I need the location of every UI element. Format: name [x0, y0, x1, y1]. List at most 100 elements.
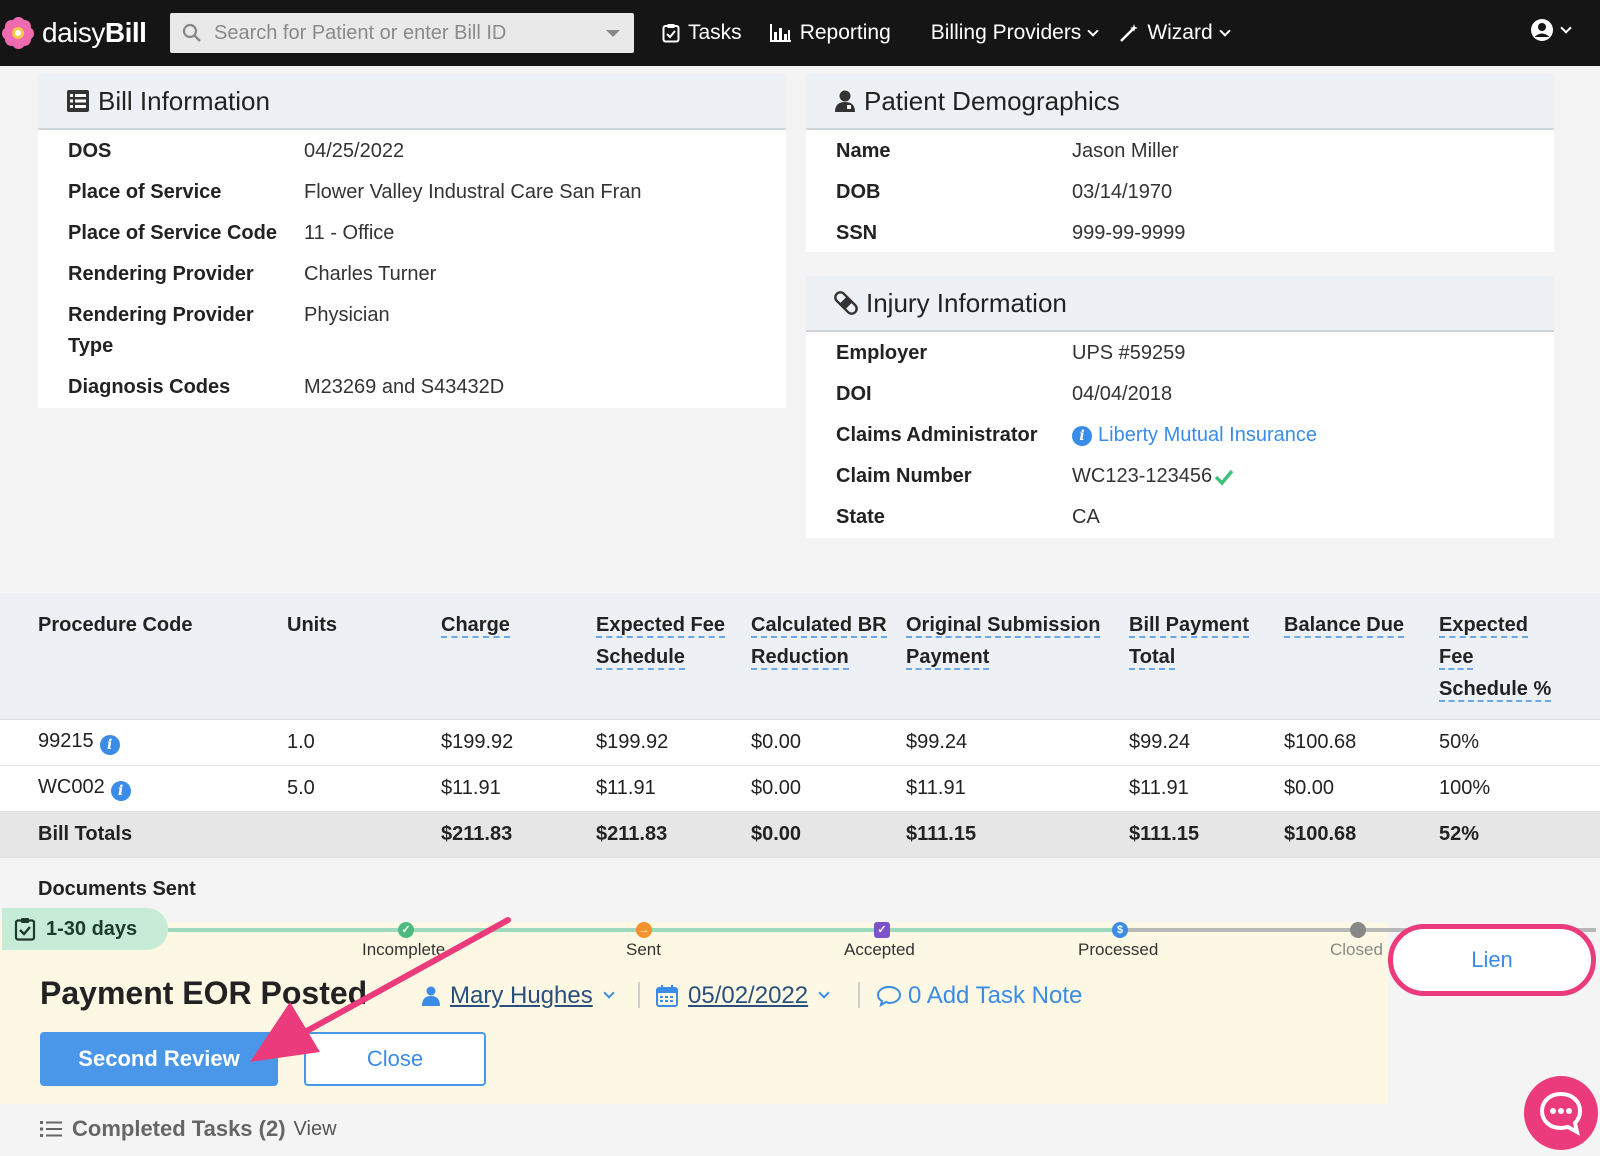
col-bill-payment-total-label-2[interactable]: Total [1129, 646, 1176, 670]
col-expected-fee-label-1[interactable]: Expected Fee [596, 614, 725, 638]
expected-cell: $11.91 [596, 765, 751, 812]
due-date-value[interactable]: 05/02/2022 [688, 982, 808, 1010]
chat-bubble-icon [1539, 1091, 1583, 1136]
col-expected-fee-pct-label-3[interactable]: Schedule % [1439, 678, 1552, 702]
nav-tasks[interactable]: Tasks [662, 21, 742, 45]
search-input[interactable] [214, 21, 594, 45]
clipboard-check-icon [662, 24, 680, 43]
col-expected-fee[interactable]: Expected Fee Schedule [596, 593, 751, 720]
claims-administrator-label: Claims Administrator [836, 424, 1038, 446]
search-box[interactable] [170, 13, 634, 53]
table-row: 99215 i 1.0 $199.92 $199.92 $0.00 $99.24 … [0, 719, 1600, 766]
diagnosis-codes-label: Diagnosis Codes [68, 376, 231, 398]
col-balance-due[interactable]: Balance Due [1284, 593, 1439, 720]
units-cell: 1.0 [287, 719, 441, 766]
stage-incomplete-check-icon: ✓ [398, 922, 414, 938]
nav-wizard[interactable]: Wizard [1119, 21, 1231, 45]
totals-label: Bill Totals [0, 811, 287, 858]
procedures-table: Procedure Code Units Charge Expected Fee… [0, 593, 1600, 858]
completed-tasks-label: Completed Tasks (2) [72, 1116, 286, 1141]
info-icon[interactable]: i [1072, 425, 1092, 446]
totals-pct: 52% [1439, 811, 1600, 858]
doi-value: 04/04/2018 [1072, 383, 1173, 405]
col-balance-due-label[interactable]: Balance Due [1284, 614, 1405, 638]
task-age-badge: 1-30 days [2, 908, 168, 950]
totals-charge: $211.83 [441, 811, 596, 858]
col-charge[interactable]: Charge [441, 593, 596, 720]
add-task-note-label[interactable]: 0 Add Task Note [908, 982, 1082, 1010]
claim-number-label: Claim Number [836, 465, 972, 487]
task-due-date[interactable]: 05/02/2022 [656, 982, 830, 1010]
place-of-service-label: Place of Service [68, 181, 222, 203]
pct-cell: 50% [1439, 719, 1600, 766]
col-br-reduction[interactable]: Calculated BR Reduction [751, 593, 906, 720]
col-expected-fee-pct[interactable]: Expected Fee Schedule % [1439, 593, 1600, 720]
col-bill-payment-total-label-1[interactable]: Bill Payment [1129, 614, 1250, 638]
col-br-reduction-label-2[interactable]: Reduction [751, 646, 849, 670]
user-menu[interactable] [1530, 18, 1572, 42]
table-row: WC002 i 5.0 $11.91 $11.91 $0.00 $11.91 $1… [0, 765, 1600, 812]
dos-value: 04/25/2022 [304, 140, 405, 162]
lien-stage-button[interactable]: Lien [1388, 924, 1596, 996]
search-dropdown-icon[interactable] [606, 30, 620, 37]
nav-reporting[interactable]: Reporting [769, 21, 891, 45]
stage-sent-arrow-icon: → [636, 922, 652, 938]
employer-value: UPS #59259 [1072, 342, 1186, 364]
rendering-provider-value: Charles Turner [304, 263, 437, 285]
col-charge-label[interactable]: Charge [441, 614, 510, 638]
rendering-provider-type-label-line2: Type [68, 335, 114, 357]
stage-accepted-check-icon: ✓ [874, 922, 890, 938]
col-original-submission[interactable]: Original Submission Payment [906, 593, 1129, 720]
place-of-service-value: Flower Valley Industral Care San Fran [304, 181, 642, 203]
patient-demographics-header: Patient Demographics [806, 74, 1554, 130]
stage-closed-dot-icon [1350, 922, 1366, 938]
divider [638, 982, 640, 1008]
completed-tasks[interactable]: Completed Tasks (2) View [40, 1116, 337, 1142]
nav-billing-providers[interactable]: Billing Providers [931, 21, 1099, 45]
close-task-button[interactable]: Close [304, 1032, 486, 1086]
info-icon[interactable]: i [99, 735, 120, 755]
col-expected-fee-pct-label-2[interactable]: Fee [1439, 646, 1474, 670]
col-br-reduction-label-1[interactable]: Calculated BR [751, 614, 887, 638]
stage-processed-dollar-icon: $ [1112, 922, 1128, 938]
user-circle-icon [1531, 19, 1553, 41]
col-bill-payment-total[interactable]: Bill Payment Total [1129, 593, 1284, 720]
comment-icon [876, 985, 902, 1007]
col-original-submission-label-1[interactable]: Original Submission [906, 614, 1101, 638]
checkmark-icon [1214, 469, 1234, 486]
info-icon[interactable]: i [110, 781, 131, 801]
completed-tasks-view-link[interactable]: View [294, 1118, 337, 1141]
col-original-submission-label-2[interactable]: Payment [906, 646, 990, 670]
assignee-name[interactable]: Mary Hughes [450, 982, 593, 1010]
claims-administrator-link[interactable]: Liberty Mutual Insurance [1098, 420, 1317, 451]
br-cell: $0.00 [751, 765, 906, 812]
second-review-button[interactable]: Second Review [40, 1032, 278, 1086]
totals-br: $0.00 [751, 811, 906, 858]
charge-cell: $199.92 [441, 719, 596, 766]
chevron-down-icon [603, 987, 615, 999]
chevron-down-icon [1087, 24, 1099, 37]
chevron-down-icon [818, 987, 830, 999]
search-icon [182, 23, 201, 42]
rendering-provider-type-label-line1: Rendering Provider [68, 304, 254, 326]
task-title: Payment EOR Posted [40, 975, 368, 1011]
chat-widget[interactable] [1524, 1076, 1598, 1150]
col-expected-fee-pct-label-1[interactable]: Expected [1439, 614, 1528, 638]
add-task-note[interactable]: 0 Add Task Note [876, 982, 1082, 1010]
daisy-logo-icon [2, 17, 34, 49]
task-assignee[interactable]: Mary Hughes [422, 982, 615, 1010]
nav-tasks-label: Tasks [688, 21, 742, 44]
diagnosis-codes-value: M23269 and S43432D [304, 376, 505, 398]
list-table-icon [67, 90, 89, 112]
col-expected-fee-label-2[interactable]: Schedule [596, 646, 685, 670]
totals-expected: $211.83 [596, 811, 751, 858]
user-icon [422, 986, 440, 1006]
list-icon [40, 1121, 62, 1137]
units-cell: 5.0 [287, 765, 441, 812]
stage-accepted: Accepted [844, 940, 915, 959]
totals-original: $111.15 [906, 811, 1129, 858]
procedure-code: 99215 [38, 730, 94, 752]
total-cell: $11.91 [1129, 765, 1284, 812]
logo[interactable]: daisyBill [2, 17, 162, 49]
nav-reporting-label: Reporting [799, 21, 891, 44]
